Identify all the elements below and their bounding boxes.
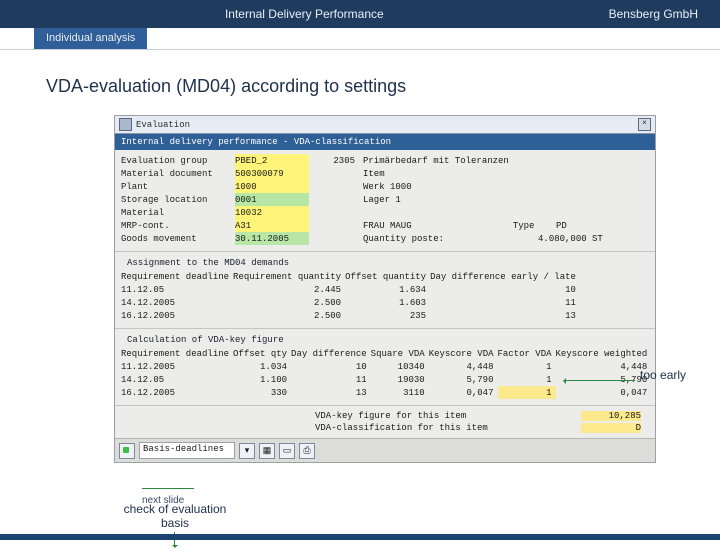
table-row: 11.12.20051.03410103404,44814,448 [121, 360, 651, 373]
dropdown-icon[interactable]: ▾ [239, 443, 255, 459]
field-row: Evaluation groupPBED_22305Primärbedarf m… [121, 154, 607, 167]
table-head: Requirement deadline Requirement quantit… [121, 270, 580, 283]
result-row: VDA-key figure for this item 10,285 [121, 410, 649, 422]
header-table: Evaluation groupPBED_22305Primärbedarf m… [121, 154, 607, 245]
check-green-icon[interactable] [119, 443, 135, 459]
section-heading: Calculation of VDA-key figure [121, 333, 649, 347]
sap-section-title: Internal delivery performance - VDA-clas… [115, 134, 655, 150]
footer-band [0, 534, 720, 540]
annotation-too-early: too early [640, 368, 686, 382]
table-row: 14.12.20052.5001.60311 [121, 296, 580, 309]
title-bar: Internal Delivery Performance Bensberg G… [0, 0, 720, 28]
calculation-table: Requirement deadline Offset qty Day diff… [121, 347, 651, 399]
print-icon[interactable]: ⎙ [299, 443, 315, 459]
result-row: VDA-classification for this item D [121, 422, 649, 434]
status-field[interactable]: Basis-deadlines [139, 442, 235, 459]
sap-window: Evaluation × Internal delivery performan… [114, 115, 656, 463]
page-icon[interactable]: ▭ [279, 443, 295, 459]
table-row: 16.12.20052.50023513 [121, 309, 580, 322]
close-icon[interactable]: × [638, 118, 651, 131]
field-row: MRP-cont.A31FRAU MAUGType PD [121, 219, 607, 232]
field-row: Plant1000Werk 1000 [121, 180, 607, 193]
field-row: Goods movement30.11.2005Quantity poste:4… [121, 232, 607, 245]
table-head: Requirement deadline Offset qty Day diff… [121, 347, 651, 360]
tab-row: Individual analysis [0, 28, 720, 50]
calculation-block: Calculation of VDA-key figure Requiremen… [115, 329, 655, 406]
sap-window-title: Evaluation [136, 120, 190, 130]
table-row: 16.12.20053301331100,04710,047 [121, 386, 651, 399]
window-icon [119, 118, 132, 131]
annotation-check-basis: check of evaluation basis [120, 502, 230, 530]
presentation-title: Internal Delivery Performance [0, 7, 609, 21]
grid-icon[interactable]: ▦ [259, 443, 275, 459]
assignment-table: Requirement deadline Requirement quantit… [121, 270, 580, 322]
slide-body: VDA-evaluation (MD04) according to setti… [0, 50, 720, 463]
field-row: Material document500300079Item [121, 167, 607, 180]
sap-status-bar: Basis-deadlines ▾ ▦ ▭ ⎙ [115, 438, 655, 462]
slide-title: VDA-evaluation (MD04) according to setti… [46, 76, 686, 97]
arrow-too-early [565, 380, 635, 381]
table-row: 11.12.052.4451.63410 [121, 283, 580, 296]
assignment-block: Assignment to the MD04 demands Requireme… [115, 252, 655, 329]
result-block: VDA-key figure for this item 10,285 VDA-… [115, 406, 655, 438]
underline-icon [142, 488, 194, 489]
header-fields: Evaluation groupPBED_22305Primärbedarf m… [115, 150, 655, 252]
tab-individual-analysis[interactable]: Individual analysis [34, 28, 147, 49]
section-heading: Assignment to the MD04 demands [121, 256, 649, 270]
field-row: Material10032 [121, 206, 607, 219]
sap-window-titlebar: Evaluation × [115, 116, 655, 134]
company-name: Bensberg GmbH [609, 7, 720, 21]
field-row: Storage location0001Lager 1 [121, 193, 607, 206]
